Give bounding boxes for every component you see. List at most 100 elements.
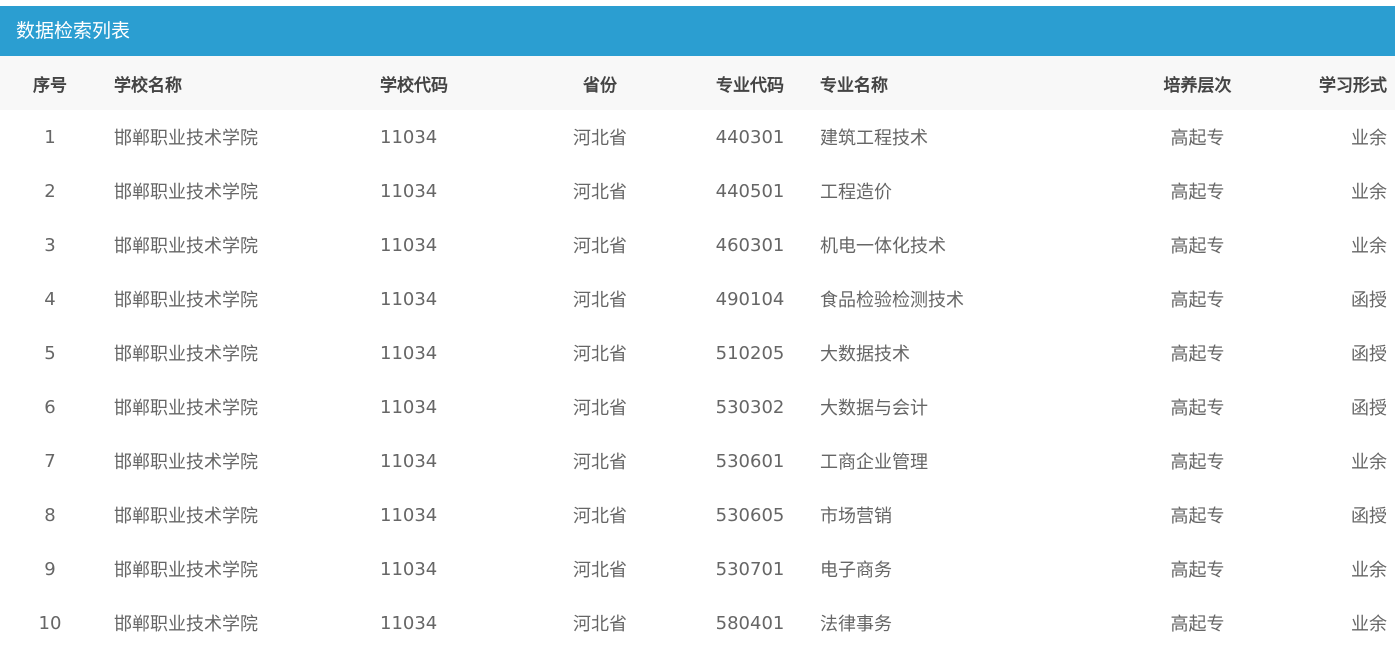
header-index[interactable]: 序号 — [0, 56, 100, 110]
cell-major-name: 法律事务 — [820, 614, 892, 635]
cell-level: 高起专 — [1170, 236, 1225, 257]
table-row[interactable]: 9 邯郸职业技术学院 11034 河北省 530701 电子商务 高起专 业余 — [0, 542, 1395, 596]
cell-school-code: 11034 — [380, 342, 438, 364]
cell-province: 河北省 — [573, 290, 627, 311]
data-table: 序号 学校名称 学校代码 省份 专业代码 专业名称 培养层次 学习形式 1 邯郸职… — [0, 56, 1395, 650]
cell-school-code: 11034 — [380, 126, 438, 148]
cell-school-code: 11034 — [380, 288, 438, 310]
cell-school-name: 邯郸职业技术学院 — [114, 560, 258, 581]
table-row[interactable]: 2 邯郸职业技术学院 11034 河北省 440501 工程造价 高起专 业余 — [0, 164, 1395, 218]
cell-level: 高起专 — [1170, 614, 1225, 635]
cell-major-code: 530605 — [715, 504, 785, 526]
cell-province: 河北省 — [573, 506, 627, 527]
cell-major-name: 机电一体化技术 — [820, 236, 946, 257]
header-school-name[interactable]: 学校名称 — [100, 56, 380, 110]
cell-school-name: 邯郸职业技术学院 — [114, 614, 258, 635]
cell-major-code: 490104 — [715, 288, 785, 310]
cell-index: 9 — [44, 558, 56, 580]
cell-school-code: 11034 — [380, 396, 438, 418]
cell-school-code: 11034 — [380, 504, 438, 526]
header-major-code[interactable]: 专业代码 — [680, 56, 820, 110]
header-province[interactable]: 省份 — [520, 56, 680, 110]
cell-index: 5 — [44, 342, 56, 364]
cell-major-code: 580401 — [715, 612, 785, 634]
cell-school-code: 11034 — [380, 180, 438, 202]
cell-level: 高起专 — [1170, 452, 1225, 473]
cell-major-name: 市场营销 — [820, 506, 892, 527]
table-row[interactable]: 5 邯郸职业技术学院 11034 河北省 510205 大数据技术 高起专 函授 — [0, 326, 1395, 380]
cell-level: 高起专 — [1170, 398, 1225, 419]
cell-major-code: 530701 — [715, 558, 785, 580]
panel-title: 数据检索列表 — [0, 6, 1395, 56]
cell-major-name: 电子商务 — [820, 560, 892, 581]
cell-school-name: 邯郸职业技术学院 — [114, 236, 258, 257]
cell-level: 高起专 — [1170, 344, 1225, 365]
cell-major-name: 食品检验检测技术 — [820, 290, 964, 311]
cell-index: 6 — [44, 396, 56, 418]
cell-province: 河北省 — [573, 614, 627, 635]
cell-major-name: 大数据技术 — [820, 344, 910, 365]
cell-mode: 函授 — [1351, 290, 1387, 311]
cell-major-name: 工程造价 — [820, 182, 892, 203]
cell-major-code: 530601 — [715, 450, 785, 472]
cell-province: 河北省 — [573, 182, 627, 203]
table-row[interactable]: 6 邯郸职业技术学院 11034 河北省 530302 大数据与会计 高起专 函授 — [0, 380, 1395, 434]
header-major-name[interactable]: 专业名称 — [820, 56, 1105, 110]
cell-mode: 函授 — [1351, 506, 1387, 527]
cell-mode: 业余 — [1351, 560, 1387, 581]
cell-mode: 业余 — [1351, 452, 1387, 473]
cell-mode: 函授 — [1351, 398, 1387, 419]
header-school-code[interactable]: 学校代码 — [380, 56, 520, 110]
cell-major-code: 440501 — [715, 180, 785, 202]
cell-school-name: 邯郸职业技术学院 — [114, 344, 258, 365]
cell-major-name: 建筑工程技术 — [820, 128, 928, 149]
cell-index: 7 — [44, 450, 56, 472]
cell-index: 2 — [44, 180, 56, 202]
table-header-row: 序号 学校名称 学校代码 省份 专业代码 专业名称 培养层次 学习形式 — [0, 56, 1395, 110]
header-level[interactable]: 培养层次 — [1105, 56, 1290, 110]
cell-school-name: 邯郸职业技术学院 — [114, 182, 258, 203]
cell-school-code: 11034 — [380, 450, 438, 472]
cell-level: 高起专 — [1170, 560, 1225, 581]
cell-level: 高起专 — [1170, 128, 1225, 149]
header-mode[interactable]: 学习形式 — [1290, 56, 1395, 110]
cell-mode: 业余 — [1351, 182, 1387, 203]
cell-major-code: 530302 — [715, 396, 785, 418]
cell-mode: 业余 — [1351, 236, 1387, 257]
cell-province: 河北省 — [573, 398, 627, 419]
cell-province: 河北省 — [573, 128, 627, 149]
cell-school-code: 11034 — [380, 612, 438, 634]
cell-major-name: 工商企业管理 — [820, 452, 928, 473]
cell-index: 8 — [44, 504, 56, 526]
cell-major-code: 440301 — [715, 126, 785, 148]
cell-school-name: 邯郸职业技术学院 — [114, 506, 258, 527]
cell-province: 河北省 — [573, 236, 627, 257]
cell-school-name: 邯郸职业技术学院 — [114, 290, 258, 311]
table-body: 1 邯郸职业技术学院 11034 河北省 440301 建筑工程技术 高起专 业余 2 邯郸职业技… — [0, 110, 1395, 650]
cell-major-name: 大数据与会计 — [820, 398, 928, 419]
table-row[interactable]: 3 邯郸职业技术学院 11034 河北省 460301 机电一体化技术 高起专 业余 — [0, 218, 1395, 272]
cell-level: 高起专 — [1170, 506, 1225, 527]
cell-major-code: 460301 — [715, 234, 785, 256]
cell-mode: 业余 — [1351, 128, 1387, 149]
cell-mode: 函授 — [1351, 344, 1387, 365]
table-row[interactable]: 1 邯郸职业技术学院 11034 河北省 440301 建筑工程技术 高起专 业余 — [0, 110, 1395, 164]
cell-index: 4 — [44, 288, 56, 310]
table-row[interactable]: 10 邯郸职业技术学院 11034 河北省 580401 法律事务 高起专 业余 — [0, 596, 1395, 650]
table-row[interactable]: 7 邯郸职业技术学院 11034 河北省 530601 工商企业管理 高起专 业余 — [0, 434, 1395, 488]
cell-school-name: 邯郸职业技术学院 — [114, 128, 258, 149]
cell-index: 1 — [44, 126, 56, 148]
cell-index: 10 — [38, 612, 62, 634]
cell-school-code: 11034 — [380, 234, 438, 256]
table-row[interactable]: 8 邯郸职业技术学院 11034 河北省 530605 市场营销 高起专 函授 — [0, 488, 1395, 542]
cell-major-code: 510205 — [715, 342, 785, 364]
table-row[interactable]: 4 邯郸职业技术学院 11034 河北省 490104 食品检验检测技术 高起专 函授 — [0, 272, 1395, 326]
cell-level: 高起专 — [1170, 182, 1225, 203]
cell-school-code: 11034 — [380, 558, 438, 580]
cell-mode: 业余 — [1351, 614, 1387, 635]
cell-index: 3 — [44, 234, 56, 256]
cell-province: 河北省 — [573, 560, 627, 581]
cell-school-name: 邯郸职业技术学院 — [114, 398, 258, 419]
cell-province: 河北省 — [573, 344, 627, 365]
cell-province: 河北省 — [573, 452, 627, 473]
